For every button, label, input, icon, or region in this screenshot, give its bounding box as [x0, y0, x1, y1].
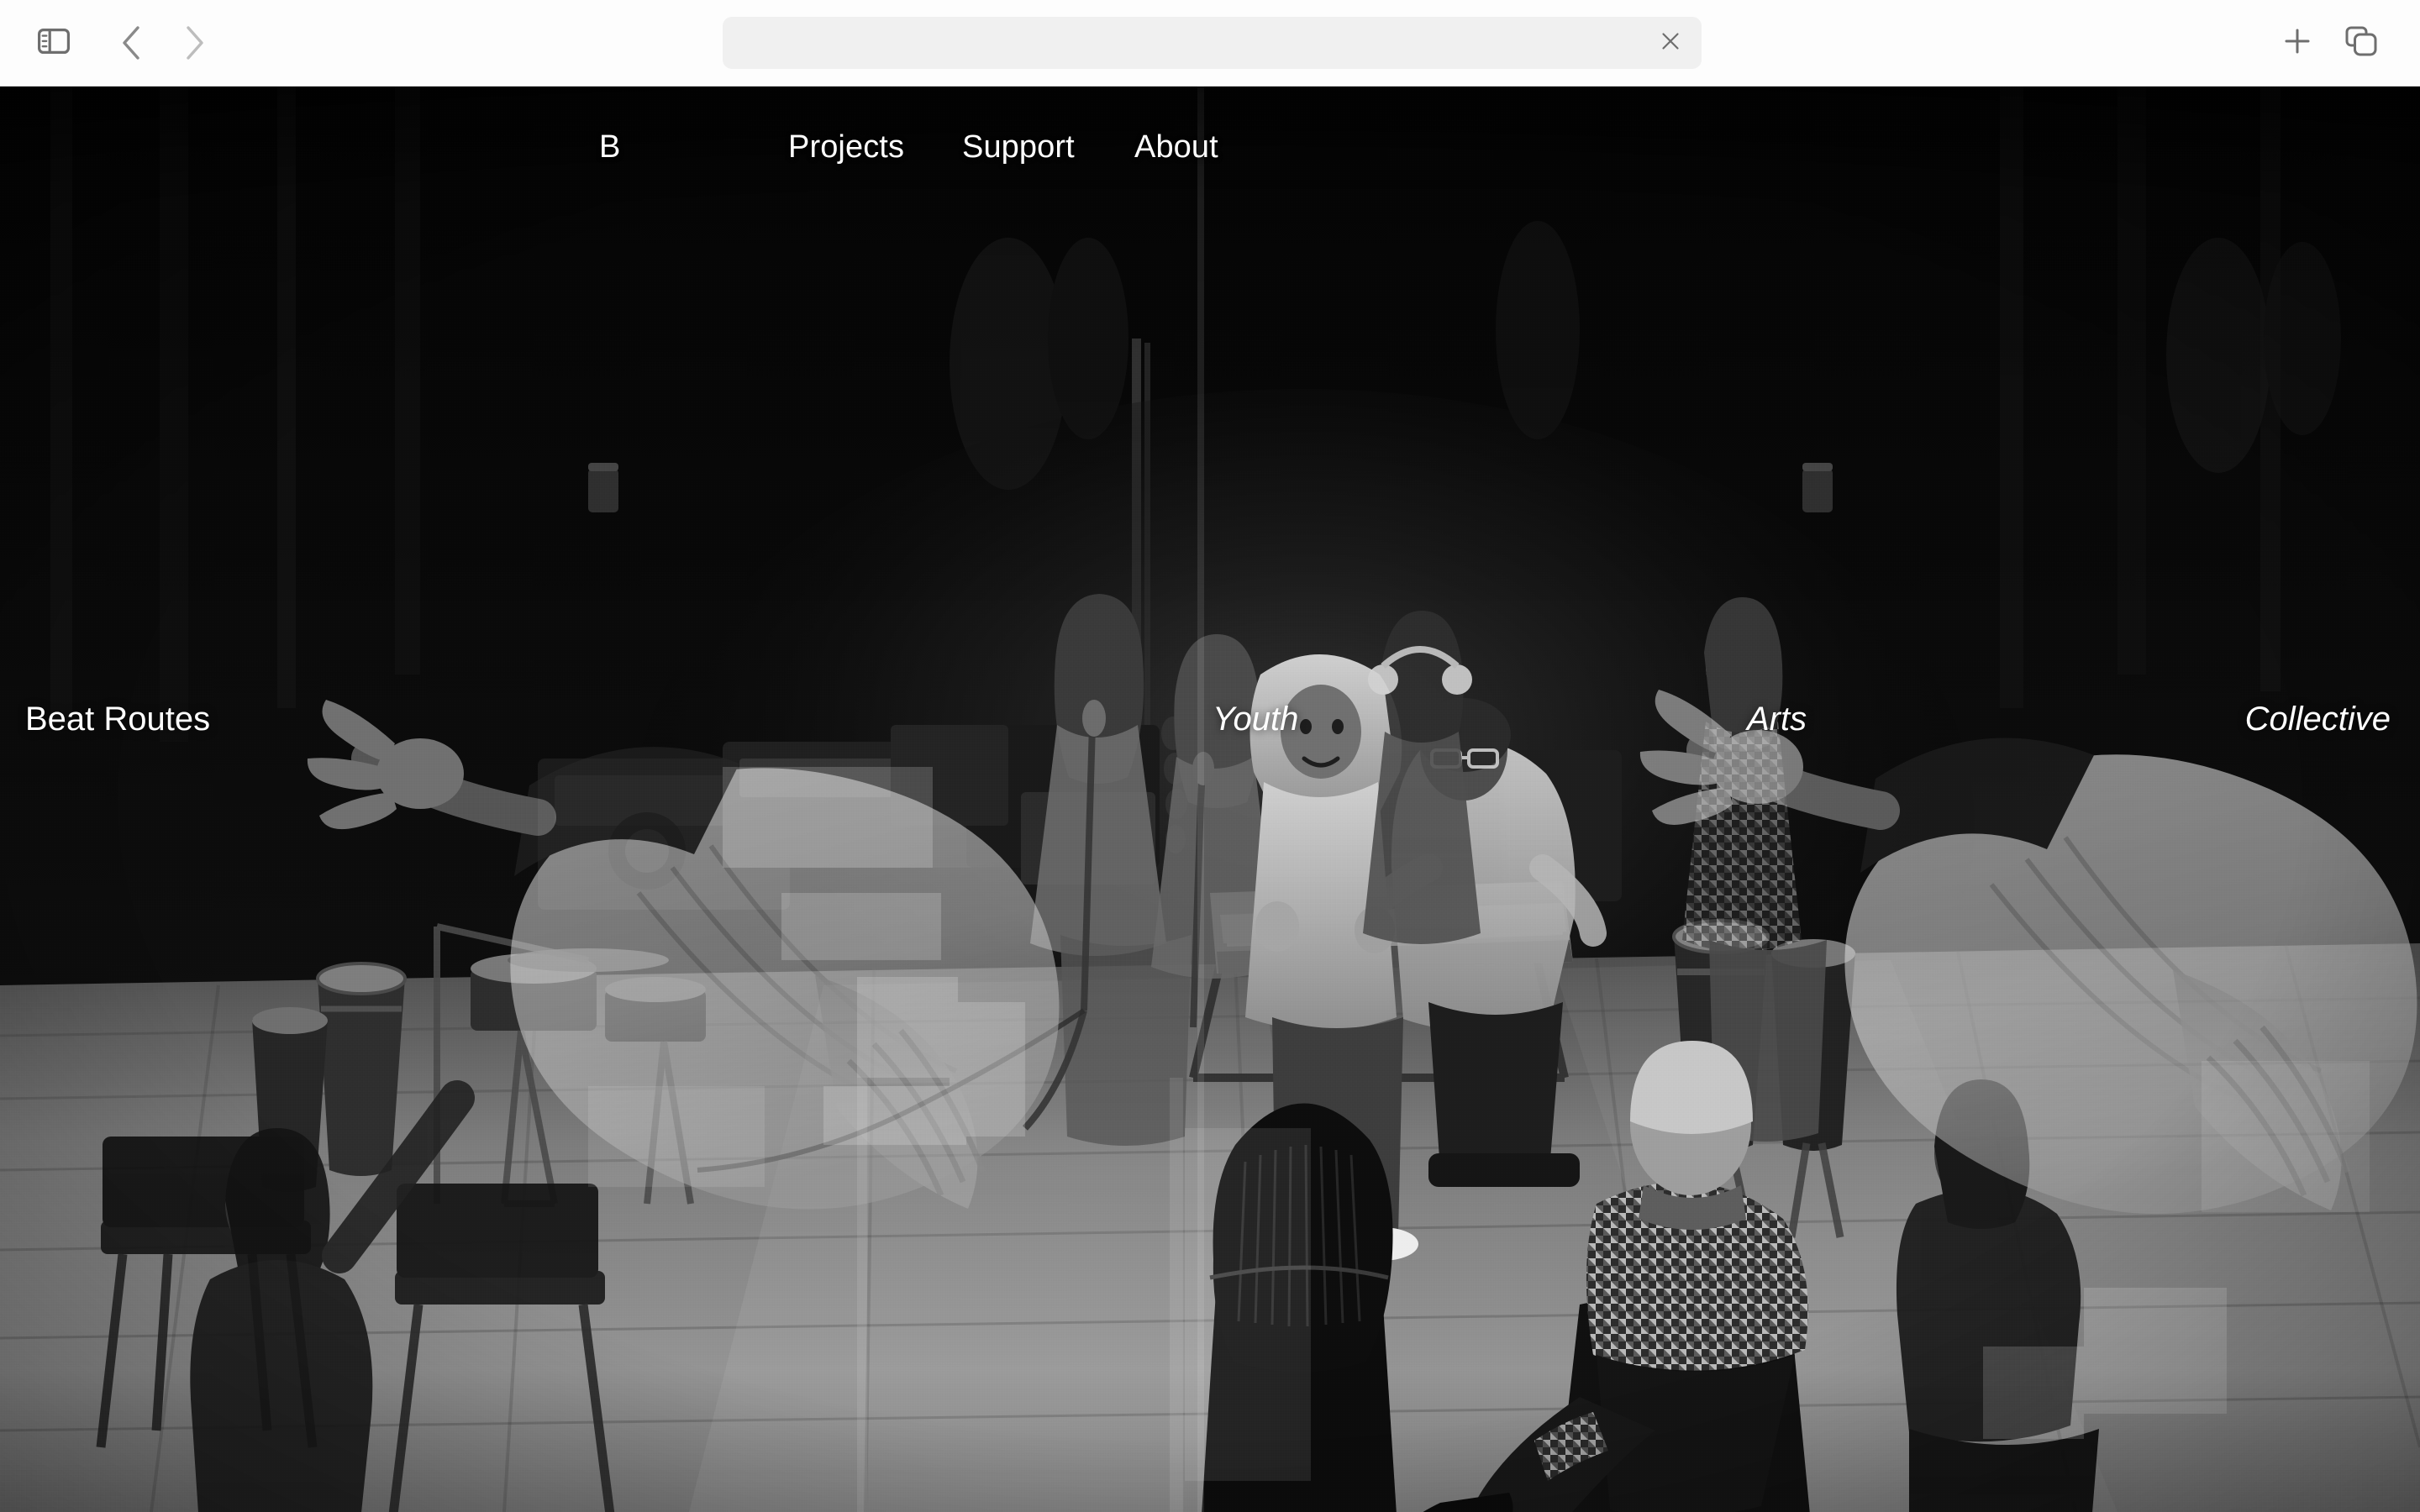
plus-icon	[2283, 27, 2312, 60]
page-content: KORG	[0, 87, 2420, 1512]
headline-word-collective: Collective	[2244, 701, 2391, 738]
hero-headline: Beat Routes Youth Arts Collective	[0, 690, 2420, 748]
nav-brand-logo[interactable]: B	[599, 122, 620, 172]
browser-toolbar	[0, 0, 2420, 87]
nav-link-about[interactable]: About	[1134, 122, 1218, 172]
headline-word-youth: Youth	[1213, 701, 1299, 738]
forward-button[interactable]	[168, 16, 222, 70]
tab-overview-button[interactable]	[2334, 17, 2388, 71]
headline-word-arts: Arts	[1747, 701, 1807, 738]
url-input[interactable]	[723, 17, 1702, 69]
close-icon	[1660, 30, 1681, 56]
toolbar-right-group	[2270, 0, 2388, 87]
new-tab-button[interactable]	[2270, 17, 2324, 71]
site-navigation: B Projects Support About	[0, 122, 2420, 172]
copy-tabs-icon	[2345, 26, 2377, 60]
stop-button[interactable]	[1653, 25, 1688, 60]
address-bar[interactable]	[723, 17, 1702, 69]
sidebar-icon	[38, 28, 70, 58]
hero-photo: KORG	[0, 87, 2420, 1512]
back-button[interactable]	[104, 16, 158, 70]
nav-link-projects[interactable]: Projects	[788, 122, 904, 172]
chevron-right-icon	[184, 25, 206, 60]
chevron-left-icon	[120, 25, 142, 60]
address-bar-container	[723, 17, 1702, 69]
sidebar-toggle-button[interactable]	[27, 16, 81, 70]
headline-word-beat-routes: Beat Routes	[25, 701, 211, 738]
nav-link-support[interactable]: Support	[962, 122, 1075, 172]
